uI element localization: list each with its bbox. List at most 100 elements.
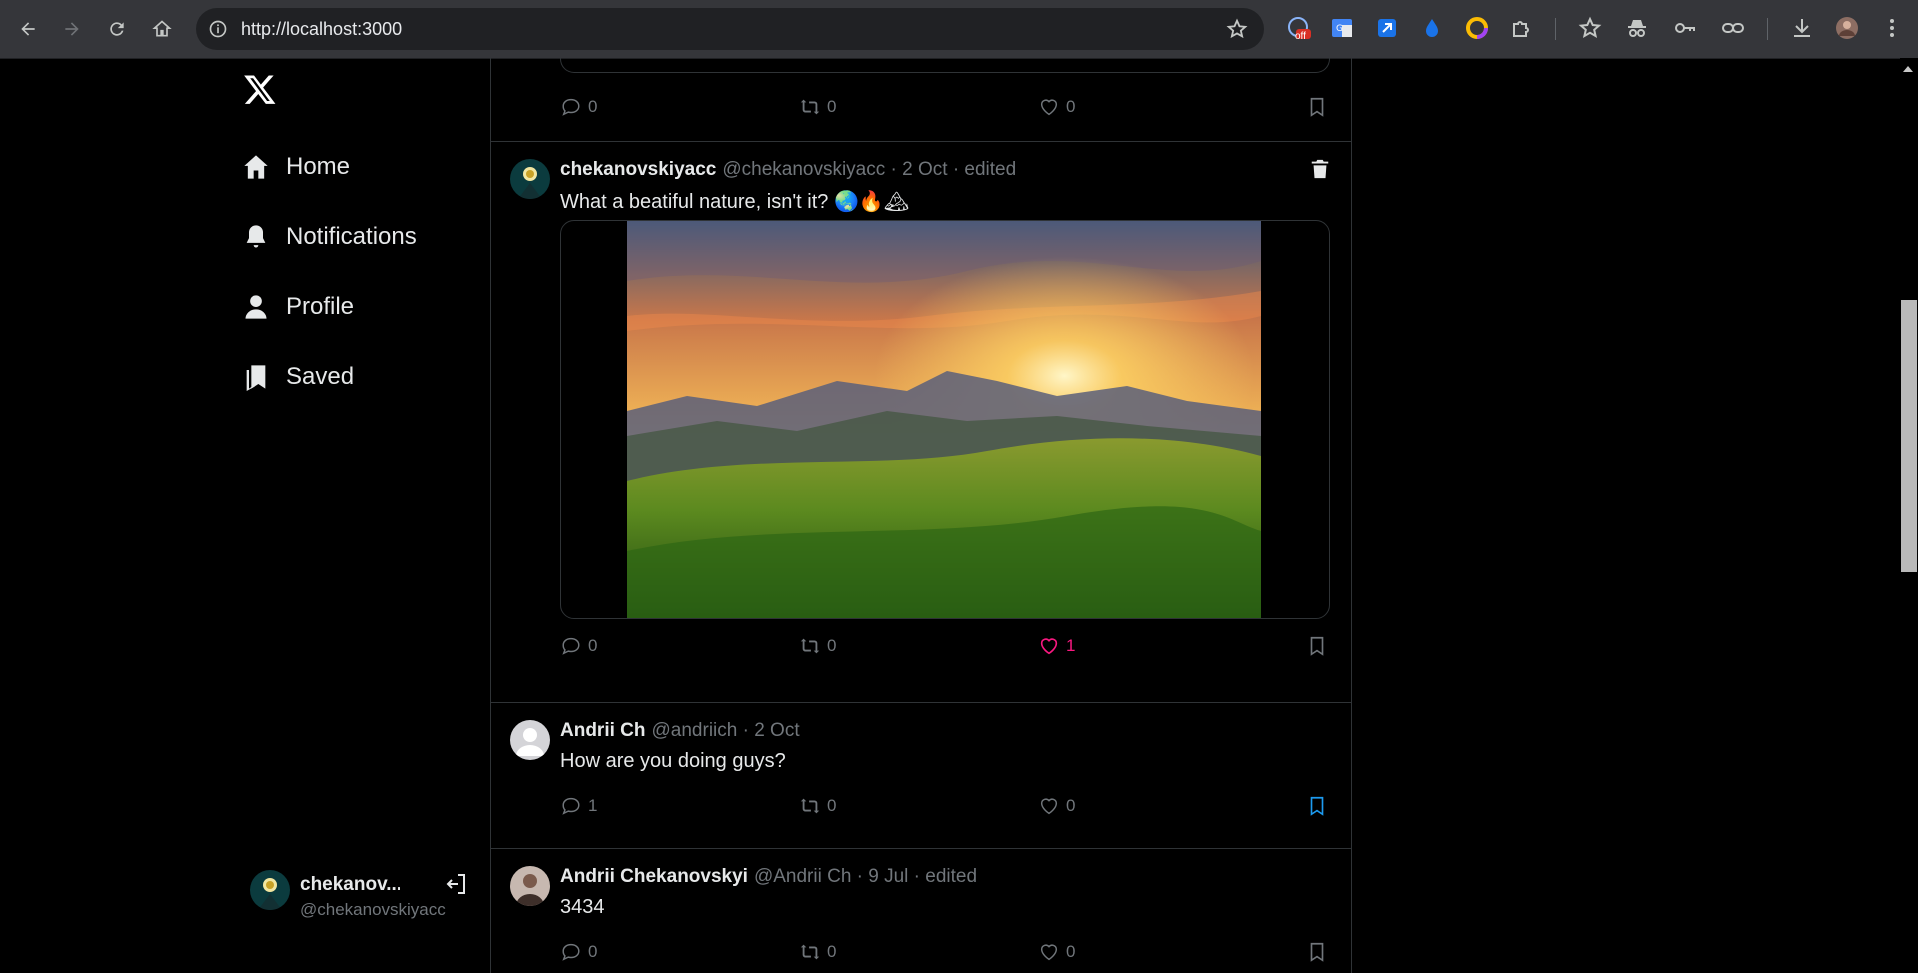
link-extension-icon[interactable] (1374, 15, 1400, 41)
comment-button[interactable]: 0 (560, 632, 597, 660)
link-icon[interactable] (1720, 15, 1746, 41)
post-text: How are you doing guys? (560, 750, 786, 772)
avatar[interactable] (510, 866, 550, 906)
sidebar-item-saved[interactable]: Saved (242, 357, 354, 397)
puzzle-icon[interactable] (1509, 15, 1535, 41)
like-count: 1 (1066, 636, 1076, 655)
post-text: 3434 (560, 896, 605, 918)
drop-extension-icon[interactable] (1419, 15, 1445, 41)
browser-toolbar: http://localhost:3000 off G (0, 0, 1918, 59)
address-bar[interactable]: http://localhost:3000 (196, 8, 1264, 50)
repost-icon (800, 798, 820, 814)
bookmark-icon (1310, 97, 1324, 117)
menu-icon[interactable] (1879, 15, 1905, 41)
incognito-icon[interactable] (1624, 15, 1650, 41)
author-name[interactable]: Andrii Chekanovskyi (560, 866, 748, 887)
post-divider (491, 141, 1351, 142)
repost-button[interactable]: 0 (799, 792, 836, 820)
bookmark-button[interactable] (1306, 792, 1334, 820)
home-outline-icon (152, 20, 172, 37)
account-handle: @chekanovskiyacc (300, 900, 446, 919)
reload-button[interactable] (101, 13, 133, 45)
extension-badge: off (1295, 31, 1306, 42)
repost-count: 0 (827, 97, 837, 116)
repost-button[interactable]: 0 (799, 632, 836, 660)
scroll-up-arrow[interactable] (1903, 66, 1913, 72)
account-switcher[interactable]: chekanov... @chekanovskiyacc (250, 870, 470, 920)
repost-icon (800, 638, 820, 654)
avatar[interactable] (510, 720, 550, 760)
profile-avatar[interactable] (1834, 15, 1860, 41)
forward-button[interactable] (56, 13, 88, 45)
comment-count: 1 (588, 796, 598, 815)
post-header: Andrii Ch @andriich · 2 Oct (560, 720, 800, 742)
sidebar-item-label: Saved (286, 363, 355, 390)
bookmarks-icon[interactable] (1577, 15, 1603, 41)
post-media (560, 58, 1330, 73)
logout-icon[interactable] (444, 872, 468, 896)
sidebar-item-label: Home (286, 153, 351, 180)
toolbar-separator (1555, 18, 1556, 40)
post-actions: 0 0 0 (560, 938, 1330, 966)
heart-icon (1040, 99, 1058, 116)
comment-count: 0 (588, 97, 598, 116)
account-name: chekanov... (300, 874, 400, 895)
post-divider (491, 848, 1351, 849)
trash-icon[interactable] (1309, 157, 1331, 181)
key-icon[interactable] (1672, 15, 1698, 41)
repost-button[interactable]: 0 (799, 938, 836, 966)
comment-button[interactable]: 0 (560, 938, 597, 966)
like-count: 0 (1066, 97, 1076, 116)
home-icon (244, 155, 268, 179)
bookmark-button[interactable] (1306, 632, 1334, 660)
post-image[interactable] (560, 220, 1330, 619)
comment-button[interactable]: 0 (560, 93, 597, 121)
reload-icon (110, 22, 124, 36)
bookmarks-icon (246, 365, 266, 391)
bookmark-star-icon[interactable] (1226, 18, 1248, 40)
repost-count: 0 (827, 636, 837, 655)
comment-count: 0 (588, 942, 598, 961)
post-header: chekanovskiyacc @chekanovskiyacc · 2 Oct … (560, 159, 1016, 181)
like-button[interactable]: 0 (1038, 792, 1075, 820)
bookmark-button[interactable] (1306, 93, 1334, 121)
sidebar-item-home[interactable]: Home (242, 147, 350, 187)
repost-count: 0 (827, 796, 837, 815)
author-name[interactable]: Andrii Ch (560, 720, 646, 741)
sidebar-item-profile[interactable]: Profile (242, 287, 354, 327)
repost-icon (800, 99, 820, 115)
bookmark-icon (1310, 636, 1324, 656)
arrow-right-icon (65, 22, 79, 36)
repost-button[interactable]: 0 (799, 93, 836, 121)
info-icon[interactable] (208, 19, 228, 39)
back-button[interactable] (12, 13, 44, 45)
home-button[interactable] (146, 13, 178, 45)
comment-button[interactable]: 1 (560, 792, 597, 820)
post-header: Andrii Chekanovskyi @Andrii Ch · 9 Jul · … (560, 866, 977, 888)
mountain-sunset-image (627, 221, 1261, 618)
sidebar-item-notifications[interactable]: Notifications (242, 217, 417, 257)
like-button[interactable]: 0 (1038, 938, 1075, 966)
color-picker-extension-icon[interactable] (1464, 15, 1490, 41)
url-text[interactable]: http://localhost:3000 (241, 19, 402, 40)
post-actions: 0 0 1 (560, 632, 1330, 660)
x-logo-icon[interactable] (242, 72, 278, 106)
bookmark-icon (1310, 942, 1324, 962)
like-button[interactable]: 1 (1038, 632, 1075, 660)
scrollbar-thumb[interactable] (1901, 300, 1917, 572)
svg-text:G: G (1336, 24, 1343, 34)
like-count: 0 (1066, 942, 1076, 961)
sidebar-item-label: Notifications (286, 223, 417, 250)
post-actions: 0 0 0 (560, 93, 1330, 121)
repost-icon (800, 944, 820, 960)
bookmark-button[interactable] (1306, 938, 1334, 966)
avatar[interactable] (510, 159, 550, 199)
like-button[interactable]: 0 (1038, 93, 1075, 121)
post-actions: 1 0 0 (560, 792, 1330, 820)
post-meta: @Andrii Ch · 9 Jul · edited (753, 866, 978, 887)
download-icon[interactable] (1789, 15, 1815, 41)
comment-icon (562, 637, 580, 655)
comment-icon (562, 98, 580, 116)
translate-extension-icon[interactable]: G (1329, 15, 1355, 41)
author-name[interactable]: chekanovskiyacc (560, 159, 716, 180)
